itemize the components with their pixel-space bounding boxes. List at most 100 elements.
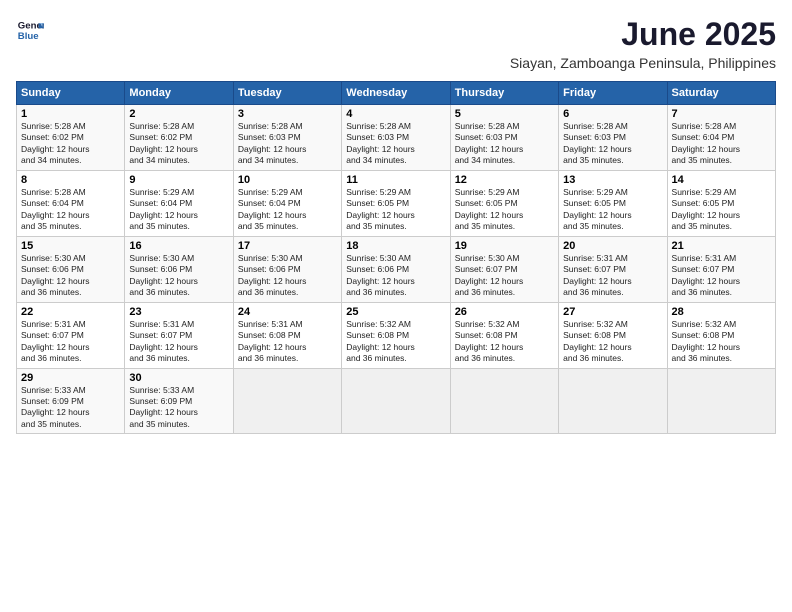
day-info: Sunrise: 5:31 AM Sunset: 6:08 PM Dayligh… <box>238 319 337 365</box>
calendar-cell <box>559 368 667 434</box>
calendar-cell: 13Sunrise: 5:29 AM Sunset: 6:05 PM Dayli… <box>559 170 667 236</box>
day-info: Sunrise: 5:30 AM Sunset: 6:07 PM Dayligh… <box>455 253 554 299</box>
logo-icon: General Blue <box>16 16 44 44</box>
day-number: 28 <box>672 306 771 318</box>
day-info: Sunrise: 5:29 AM Sunset: 6:05 PM Dayligh… <box>672 187 771 233</box>
weekday-header: SundayMondayTuesdayWednesdayThursdayFrid… <box>17 82 776 105</box>
calendar-cell: 30Sunrise: 5:33 AM Sunset: 6:09 PM Dayli… <box>125 368 233 434</box>
day-number: 9 <box>129 174 228 186</box>
day-number: 12 <box>455 174 554 186</box>
day-info: Sunrise: 5:30 AM Sunset: 6:06 PM Dayligh… <box>238 253 337 299</box>
day-number: 27 <box>563 306 662 318</box>
calendar-cell <box>342 368 450 434</box>
calendar-cell: 9Sunrise: 5:29 AM Sunset: 6:04 PM Daylig… <box>125 170 233 236</box>
day-number: 13 <box>563 174 662 186</box>
calendar-cell: 18Sunrise: 5:30 AM Sunset: 6:06 PM Dayli… <box>342 236 450 302</box>
day-info: Sunrise: 5:30 AM Sunset: 6:06 PM Dayligh… <box>129 253 228 299</box>
weekday-header-saturday: Saturday <box>667 82 775 105</box>
day-info: Sunrise: 5:31 AM Sunset: 6:07 PM Dayligh… <box>129 319 228 365</box>
day-number: 24 <box>238 306 337 318</box>
day-info: Sunrise: 5:29 AM Sunset: 6:04 PM Dayligh… <box>129 187 228 233</box>
day-number: 30 <box>129 372 228 384</box>
day-number: 3 <box>238 108 337 120</box>
calendar-cell: 8Sunrise: 5:28 AM Sunset: 6:04 PM Daylig… <box>17 170 125 236</box>
calendar-cell: 12Sunrise: 5:29 AM Sunset: 6:05 PM Dayli… <box>450 170 558 236</box>
day-info: Sunrise: 5:29 AM Sunset: 6:04 PM Dayligh… <box>238 187 337 233</box>
day-info: Sunrise: 5:31 AM Sunset: 6:07 PM Dayligh… <box>672 253 771 299</box>
day-number: 10 <box>238 174 337 186</box>
calendar-cell: 29Sunrise: 5:33 AM Sunset: 6:09 PM Dayli… <box>17 368 125 434</box>
weekday-header-wednesday: Wednesday <box>342 82 450 105</box>
header: General Blue June 2025 Siayan, Zamboanga… <box>16 16 776 71</box>
calendar-cell: 19Sunrise: 5:30 AM Sunset: 6:07 PM Dayli… <box>450 236 558 302</box>
weekday-header-tuesday: Tuesday <box>233 82 341 105</box>
day-info: Sunrise: 5:28 AM Sunset: 6:02 PM Dayligh… <box>21 121 120 167</box>
page: General Blue June 2025 Siayan, Zamboanga… <box>0 0 792 612</box>
day-number: 14 <box>672 174 771 186</box>
calendar-cell: 4Sunrise: 5:28 AM Sunset: 6:03 PM Daylig… <box>342 105 450 171</box>
calendar-cell: 21Sunrise: 5:31 AM Sunset: 6:07 PM Dayli… <box>667 236 775 302</box>
day-info: Sunrise: 5:29 AM Sunset: 6:05 PM Dayligh… <box>563 187 662 233</box>
calendar-cell <box>450 368 558 434</box>
weekday-header-thursday: Thursday <box>450 82 558 105</box>
calendar-cell: 26Sunrise: 5:32 AM Sunset: 6:08 PM Dayli… <box>450 302 558 368</box>
day-number: 26 <box>455 306 554 318</box>
calendar-cell: 3Sunrise: 5:28 AM Sunset: 6:03 PM Daylig… <box>233 105 341 171</box>
day-info: Sunrise: 5:28 AM Sunset: 6:04 PM Dayligh… <box>672 121 771 167</box>
day-info: Sunrise: 5:32 AM Sunset: 6:08 PM Dayligh… <box>455 319 554 365</box>
day-info: Sunrise: 5:32 AM Sunset: 6:08 PM Dayligh… <box>672 319 771 365</box>
day-info: Sunrise: 5:28 AM Sunset: 6:03 PM Dayligh… <box>346 121 445 167</box>
week-row-1: 1Sunrise: 5:28 AM Sunset: 6:02 PM Daylig… <box>17 105 776 171</box>
day-number: 5 <box>455 108 554 120</box>
calendar-cell <box>233 368 341 434</box>
calendar-cell: 2Sunrise: 5:28 AM Sunset: 6:02 PM Daylig… <box>125 105 233 171</box>
day-number: 21 <box>672 240 771 252</box>
weekday-header-friday: Friday <box>559 82 667 105</box>
day-info: Sunrise: 5:30 AM Sunset: 6:06 PM Dayligh… <box>21 253 120 299</box>
calendar-cell: 15Sunrise: 5:30 AM Sunset: 6:06 PM Dayli… <box>17 236 125 302</box>
logo: General Blue <box>16 16 44 44</box>
day-number: 1 <box>21 108 120 120</box>
day-number: 20 <box>563 240 662 252</box>
day-number: 18 <box>346 240 445 252</box>
day-info: Sunrise: 5:28 AM Sunset: 6:03 PM Dayligh… <box>455 121 554 167</box>
day-info: Sunrise: 5:29 AM Sunset: 6:05 PM Dayligh… <box>346 187 445 233</box>
calendar-cell: 24Sunrise: 5:31 AM Sunset: 6:08 PM Dayli… <box>233 302 341 368</box>
day-info: Sunrise: 5:32 AM Sunset: 6:08 PM Dayligh… <box>563 319 662 365</box>
day-info: Sunrise: 5:32 AM Sunset: 6:08 PM Dayligh… <box>346 319 445 365</box>
calendar-cell: 6Sunrise: 5:28 AM Sunset: 6:03 PM Daylig… <box>559 105 667 171</box>
day-number: 7 <box>672 108 771 120</box>
day-info: Sunrise: 5:31 AM Sunset: 6:07 PM Dayligh… <box>21 319 120 365</box>
day-number: 8 <box>21 174 120 186</box>
day-number: 2 <box>129 108 228 120</box>
week-row-2: 8Sunrise: 5:28 AM Sunset: 6:04 PM Daylig… <box>17 170 776 236</box>
calendar-cell: 1Sunrise: 5:28 AM Sunset: 6:02 PM Daylig… <box>17 105 125 171</box>
week-row-4: 22Sunrise: 5:31 AM Sunset: 6:07 PM Dayli… <box>17 302 776 368</box>
calendar-cell: 11Sunrise: 5:29 AM Sunset: 6:05 PM Dayli… <box>342 170 450 236</box>
calendar-cell: 28Sunrise: 5:32 AM Sunset: 6:08 PM Dayli… <box>667 302 775 368</box>
svg-text:Blue: Blue <box>18 31 39 42</box>
calendar-cell: 22Sunrise: 5:31 AM Sunset: 6:07 PM Dayli… <box>17 302 125 368</box>
day-number: 25 <box>346 306 445 318</box>
day-info: Sunrise: 5:31 AM Sunset: 6:07 PM Dayligh… <box>563 253 662 299</box>
day-info: Sunrise: 5:33 AM Sunset: 6:09 PM Dayligh… <box>21 385 120 431</box>
weekday-header-sunday: Sunday <box>17 82 125 105</box>
calendar-cell: 5Sunrise: 5:28 AM Sunset: 6:03 PM Daylig… <box>450 105 558 171</box>
calendar-cell: 7Sunrise: 5:28 AM Sunset: 6:04 PM Daylig… <box>667 105 775 171</box>
day-number: 15 <box>21 240 120 252</box>
day-number: 16 <box>129 240 228 252</box>
calendar-cell: 20Sunrise: 5:31 AM Sunset: 6:07 PM Dayli… <box>559 236 667 302</box>
day-info: Sunrise: 5:28 AM Sunset: 6:04 PM Dayligh… <box>21 187 120 233</box>
week-row-5: 29Sunrise: 5:33 AM Sunset: 6:09 PM Dayli… <box>17 368 776 434</box>
calendar-table: SundayMondayTuesdayWednesdayThursdayFrid… <box>16 81 776 434</box>
calendar-subtitle: Siayan, Zamboanga Peninsula, Philippines <box>510 55 776 71</box>
calendar-cell: 10Sunrise: 5:29 AM Sunset: 6:04 PM Dayli… <box>233 170 341 236</box>
day-number: 11 <box>346 174 445 186</box>
day-number: 29 <box>21 372 120 384</box>
day-info: Sunrise: 5:28 AM Sunset: 6:02 PM Dayligh… <box>129 121 228 167</box>
calendar-cell: 16Sunrise: 5:30 AM Sunset: 6:06 PM Dayli… <box>125 236 233 302</box>
day-number: 17 <box>238 240 337 252</box>
day-info: Sunrise: 5:28 AM Sunset: 6:03 PM Dayligh… <box>563 121 662 167</box>
calendar-title: June 2025 <box>510 16 776 53</box>
calendar-cell: 23Sunrise: 5:31 AM Sunset: 6:07 PM Dayli… <box>125 302 233 368</box>
